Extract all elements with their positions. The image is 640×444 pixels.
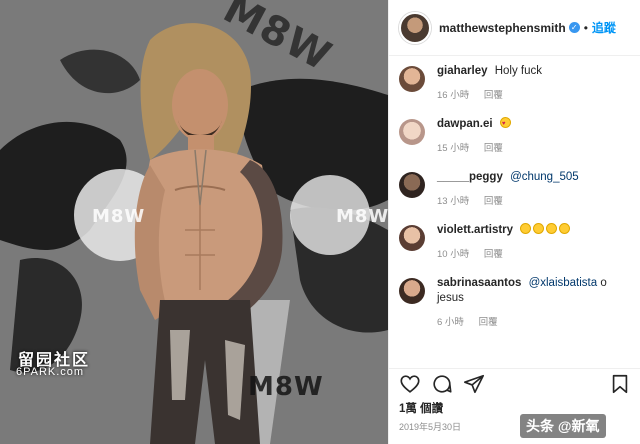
reply-button[interactable]: 回覆: [484, 90, 503, 101]
comment-item: sabrinasaantos @xlaisbatista o jesus 6 小…: [399, 276, 630, 330]
commenter-avatar[interactable]: [399, 119, 425, 145]
post-date: 2019年5月30日: [399, 422, 462, 432]
heart-eyes-emoji-icon: [499, 117, 511, 132]
grin-emoji-icon: [533, 223, 545, 234]
commenter-avatar[interactable]: [399, 172, 425, 198]
follow-button[interactable]: 追蹤: [592, 19, 616, 36]
comment-list: giaharley Holy fuck 16 小時 回覆 dawpan.ei 1…: [389, 56, 640, 330]
comment-mention[interactable]: @chung_505: [510, 171, 579, 183]
grin-emoji-icon: [520, 223, 532, 234]
post-username[interactable]: matthewstephensmith: [439, 21, 566, 35]
reply-button[interactable]: 回覆: [484, 249, 503, 260]
separator-dot: •: [583, 20, 588, 35]
grin-emoji-icon: [559, 223, 571, 234]
like-count[interactable]: 1萬 個讚: [399, 400, 443, 416]
share-icon[interactable]: [463, 373, 485, 395]
comment-time: 13 小時: [437, 196, 470, 207]
post-sidebar: matthewstephensmith ✓ • 追蹤 giaharley Hol…: [388, 0, 640, 444]
comment-item: violett.artistry 10 小時 回覆: [399, 223, 630, 262]
comment-username[interactable]: dawpan.ei: [437, 118, 493, 130]
commenter-avatar[interactable]: [399, 278, 425, 304]
watermark-m8w-right: M8W: [336, 206, 388, 227]
watermark-m8w-bottom: M8W: [248, 372, 324, 402]
comment-username[interactable]: sabrinasaantos: [437, 277, 521, 289]
site-watermark: 6PARK.com: [16, 366, 85, 378]
heart-icon[interactable]: [399, 373, 421, 395]
reply-button[interactable]: 回覆: [484, 143, 503, 154]
post-header: matthewstephensmith ✓ • 追蹤: [389, 0, 640, 56]
verified-badge-icon: ✓: [568, 22, 580, 33]
comment-item: giaharley Holy fuck 16 小時 回覆: [399, 64, 630, 103]
comment-time: 15 小時: [437, 143, 470, 154]
post-photo[interactable]: M8W M8W M8W M8W 留园社区 6PARK.com: [0, 0, 388, 444]
comment-text: Holy fuck: [494, 65, 542, 77]
grin-emoji-icon: [546, 223, 558, 234]
profile-avatar[interactable]: [399, 11, 431, 44]
commenter-avatar[interactable]: [399, 225, 425, 251]
watermark-m8w-left: M8W: [92, 206, 146, 227]
toutiao-watermark: 头条 @新氧: [520, 414, 606, 438]
comment-username[interactable]: giaharley: [437, 65, 488, 77]
comment-mention[interactable]: @xlaisbatista: [529, 277, 598, 289]
comment-time: 10 小時: [437, 249, 470, 260]
reply-button[interactable]: 回覆: [484, 196, 503, 207]
comment-icon[interactable]: [431, 373, 453, 395]
comment-item: _____peggy @chung_505 13 小時 回覆: [399, 170, 630, 209]
commenter-avatar[interactable]: [399, 66, 425, 92]
comment-username[interactable]: _____peggy: [437, 171, 503, 183]
post-actions: [389, 368, 640, 398]
reply-button[interactable]: 回覆: [479, 317, 498, 328]
comment-time: 16 小時: [437, 90, 470, 101]
comment-username[interactable]: violett.artistry: [437, 224, 513, 236]
comment-item: dawpan.ei 15 小時 回覆: [399, 117, 630, 156]
bookmark-icon[interactable]: [609, 373, 631, 395]
comment-time: 6 小時: [437, 317, 464, 328]
